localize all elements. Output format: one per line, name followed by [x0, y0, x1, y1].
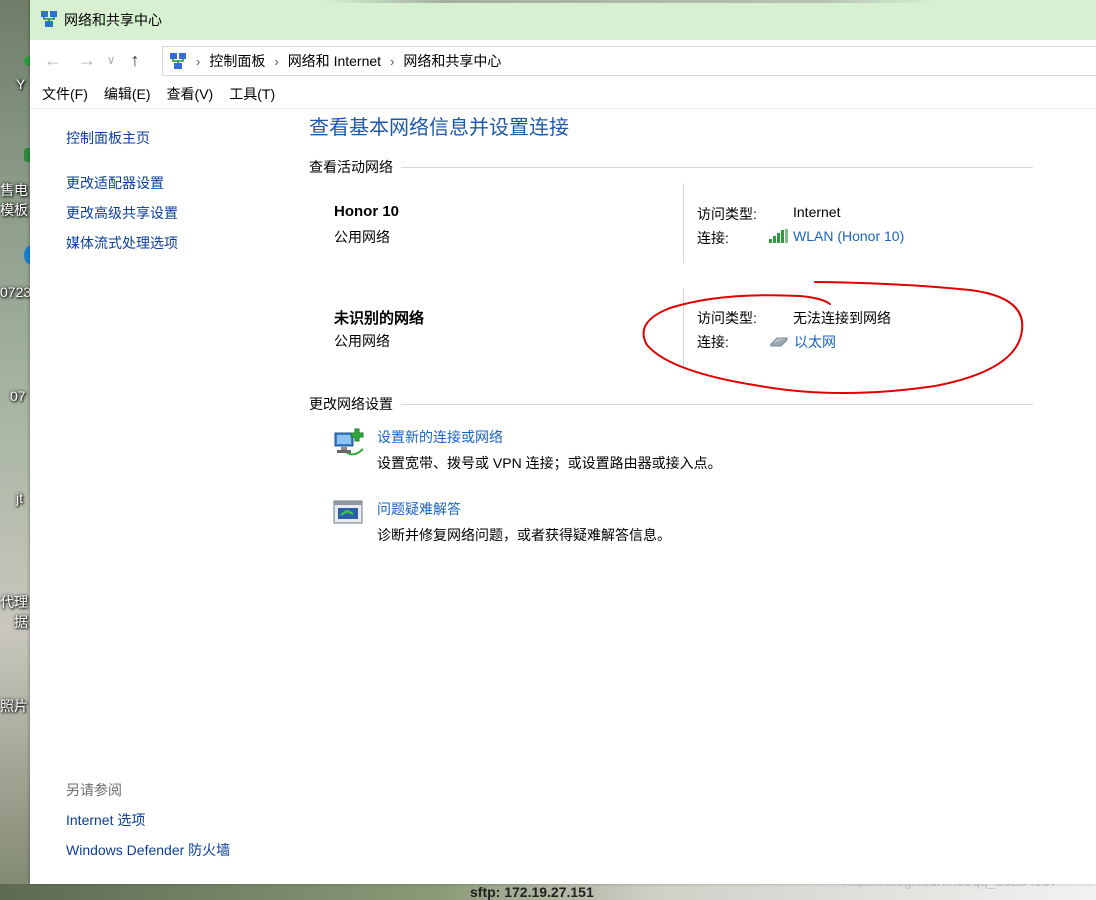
access-type-value: 无法连接到网络 — [793, 310, 891, 326]
change-settings-heading: 更改网络设置 — [309, 396, 393, 412]
navigation-bar: ← → ∨ ↑ › 控制面板 › 网络和 Internet › 网络和共享中心 — [30, 40, 1096, 80]
background-sftp-text: sftp: 172.19.27.151 — [470, 884, 594, 900]
breadcrumb-network-center[interactable]: 网络和共享中心 — [403, 51, 501, 71]
network-name: Honor 10 — [334, 203, 400, 220]
menu-bar: 文件(F) 编辑(E) 查看(V) 工具(T) — [30, 80, 1096, 109]
breadcrumb-separator-icon[interactable]: › — [274, 54, 278, 69]
title-bar[interactable]: 网络和共享中心 — [30, 0, 1096, 40]
connection-value: 以太网 — [769, 332, 836, 352]
change-settings-section: 更改网络设置 — [309, 394, 1033, 414]
chevron-down-icon[interactable]: ∨ — [102, 45, 120, 75]
task-description: 设置宽带、拨号或 VPN 连接；或设置路由器或接入点。 — [377, 455, 722, 471]
change-advanced-sharing-link[interactable]: 更改高级共享设置 — [66, 203, 178, 223]
back-arrow-icon[interactable]: ← — [38, 45, 68, 75]
wlan-connection-link[interactable]: WLAN (Honor 10) — [793, 228, 904, 244]
main-content: 查看基本网络信息并设置连接 查看活动网络 Honor 10 公用网络 访问类型:… — [309, 108, 1096, 884]
ethernet-icon — [769, 335, 789, 349]
troubleshoot-link[interactable]: 问题疑难解答 — [377, 499, 461, 519]
desktop-label[interactable]: 售电 — [0, 180, 28, 200]
desktop-label[interactable]: 0723 — [0, 284, 31, 300]
desktop-label[interactable]: 模板 — [0, 200, 28, 220]
control-panel-home-link[interactable]: 控制面板主页 — [66, 128, 150, 148]
desktop-label[interactable]: 代理 — [0, 592, 28, 612]
section-divider — [401, 403, 1033, 405]
desktop-label[interactable]: 07 — [10, 388, 26, 404]
see-also-heading: 另请参阅 — [66, 782, 122, 798]
address-bar[interactable]: › 控制面板 › 网络和 Internet › 网络和共享中心 — [162, 46, 1096, 76]
active-networks-heading: 查看活动网络 — [309, 159, 393, 175]
menu-edit[interactable]: 编辑(E) — [101, 84, 154, 104]
menu-tools[interactable]: 工具(T) — [226, 84, 278, 104]
control-panel-window: 网络和共享中心 ← → ∨ ↑ › 控制面板 › 网络和 Internet › … — [30, 0, 1096, 884]
wifi-signal-icon — [769, 229, 788, 243]
access-type-label: 访问类型: — [697, 206, 757, 222]
task-troubleshoot: 问题疑难解答 诊断并修复网络问题，或者获得疑难解答信息。 — [333, 499, 753, 545]
network-type: 公用网络 — [334, 229, 390, 245]
forward-arrow-icon[interactable]: → — [72, 45, 102, 75]
internet-options-link[interactable]: Internet 选项 — [66, 810, 145, 830]
network-type: 公用网络 — [334, 333, 390, 349]
breadcrumb-separator-icon[interactable]: › — [196, 54, 200, 69]
menu-view[interactable]: 查看(V) — [164, 84, 217, 104]
desktop-label[interactable]: 照片 — [0, 696, 28, 716]
desktop-background — [0, 0, 30, 900]
network-center-icon — [169, 52, 187, 70]
network-divider — [683, 183, 684, 263]
left-task-pane: 控制面板主页 更改适配器设置 更改高级共享设置 媒体流式处理选项 另请参阅 In… — [30, 108, 300, 884]
troubleshoot-icon — [333, 499, 363, 530]
task-new-connection: 设置新的连接或网络 设置宽带、拨号或 VPN 连接；或设置路由器或接入点。 — [333, 427, 753, 473]
desktop-label[interactable]: 据 — [14, 612, 28, 632]
up-arrow-icon[interactable]: ↑ — [120, 45, 150, 75]
windows-firewall-link[interactable]: Windows Defender 防火墙 — [66, 840, 230, 860]
desktop-label[interactable]: Y — [16, 76, 25, 92]
active-networks-section: 查看活动网络 — [309, 157, 1033, 177]
page-title: 查看基本网络信息并设置连接 — [309, 117, 569, 139]
new-connection-icon — [333, 427, 365, 460]
media-streaming-link[interactable]: 媒体流式处理选项 — [66, 233, 178, 253]
window-title: 网络和共享中心 — [64, 12, 162, 28]
access-type-value: Internet — [793, 204, 841, 220]
breadcrumb-separator-icon[interactable]: › — [390, 54, 394, 69]
network-center-icon — [40, 10, 58, 31]
breadcrumb-control-panel[interactable]: 控制面板 — [209, 51, 265, 71]
title-bar-shade — [320, 0, 940, 3]
section-divider — [401, 166, 1033, 168]
change-adapter-settings-link[interactable]: 更改适配器设置 — [66, 173, 164, 193]
connection-label: 连接: — [697, 334, 729, 350]
network-divider — [683, 288, 684, 368]
network-name: 未识别的网络 — [334, 310, 425, 327]
connection-value: WLAN (Honor 10) — [769, 228, 904, 244]
menu-file[interactable]: 文件(F) — [39, 84, 91, 104]
breadcrumb-network-internet[interactable]: 网络和 Internet — [288, 51, 381, 71]
setup-new-connection-link[interactable]: 设置新的连接或网络 — [377, 427, 503, 447]
connection-label: 连接: — [697, 230, 729, 246]
ethernet-connection-link[interactable]: 以太网 — [794, 332, 836, 352]
task-description: 诊断并修复网络问题，或者获得疑难解答信息。 — [377, 527, 671, 543]
access-type-label: 访问类型: — [697, 310, 757, 326]
desktop-label[interactable]: jt — [16, 490, 23, 506]
